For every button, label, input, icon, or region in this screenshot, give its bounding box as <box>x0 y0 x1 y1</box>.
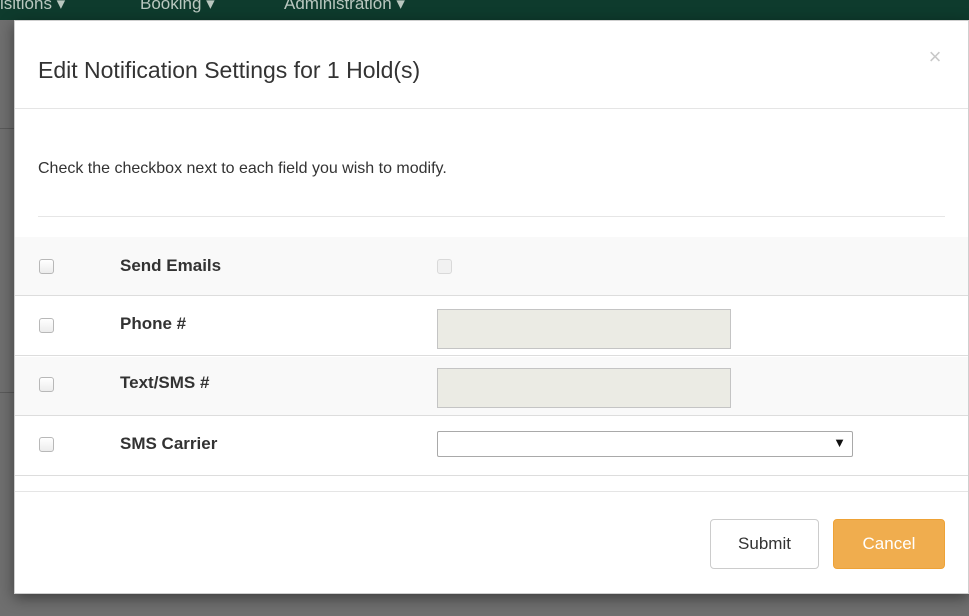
send-emails-label: Send Emails <box>120 256 222 275</box>
phone-input[interactable] <box>437 309 731 349</box>
background-divider <box>0 392 14 393</box>
divider <box>38 216 945 217</box>
field-row-sms-number: Text/SMS # <box>15 357 968 416</box>
modal-title: Edit Notification Settings for 1 Hold(s) <box>38 57 421 83</box>
field-row-sms-carrier: SMS Carrier ▼ <box>15 417 968 476</box>
modify-phone-checkbox[interactable] <box>39 318 54 333</box>
modify-send-emails-checkbox[interactable] <box>39 259 54 274</box>
background-navbar: isitions ▾ Booking ▾ Administration ▾ <box>0 0 969 20</box>
submit-button[interactable]: Submit <box>710 519 819 569</box>
phone-label: Phone # <box>120 314 187 333</box>
select-arrow-icon: ▼ <box>833 435 846 450</box>
send-emails-value-checkbox[interactable] <box>437 259 452 274</box>
edit-notification-modal: Edit Notification Settings for 1 Hold(s)… <box>14 20 969 594</box>
background-divider <box>0 128 14 129</box>
nav-item-administration: Administration ▾ <box>284 0 405 13</box>
sms-number-input[interactable] <box>437 368 731 408</box>
close-icon[interactable]: × <box>925 45 945 69</box>
modify-sms-carrier-checkbox[interactable] <box>39 437 54 452</box>
sms-carrier-select[interactable]: ▼ <box>437 431 853 457</box>
nav-item-booking: Booking ▾ <box>140 0 215 13</box>
field-row-phone: Phone # <box>15 297 968 356</box>
instructions-text: Check the checkbox next to each field yo… <box>38 160 447 177</box>
sms-carrier-label: SMS Carrier <box>120 434 218 453</box>
field-row-send-emails: Send Emails <box>15 237 968 296</box>
cancel-button[interactable]: Cancel <box>833 519 945 569</box>
modify-sms-number-checkbox[interactable] <box>39 377 54 392</box>
modal-header: Edit Notification Settings for 1 Hold(s)… <box>15 21 968 109</box>
nav-item-acquisitions: isitions ▾ <box>0 0 66 13</box>
sms-number-label: Text/SMS # <box>120 373 210 392</box>
footer-divider <box>15 491 968 492</box>
